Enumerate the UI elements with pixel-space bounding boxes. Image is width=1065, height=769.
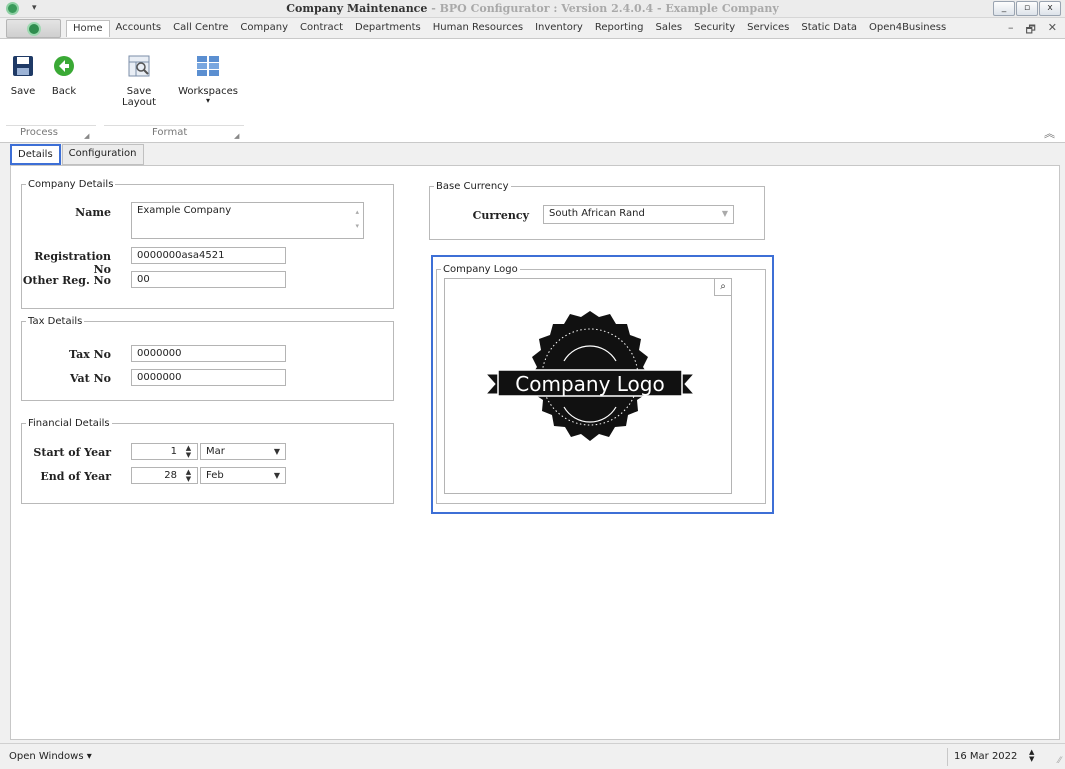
end-month-value: Feb [206, 470, 224, 481]
tab-departments[interactable]: Departments [349, 20, 427, 37]
back-button[interactable]: Back [49, 55, 79, 97]
minimize-button[interactable]: _ [993, 1, 1015, 16]
financial-details-group: Financial Details [21, 418, 394, 504]
workspaces-dropdown-icon: ▾ [205, 96, 210, 105]
maximize-button[interactable]: ▫ [1016, 1, 1038, 16]
group-separator [104, 125, 244, 126]
tab-inventory[interactable]: Inventory [529, 20, 589, 37]
company-logo-image: Company Logo [484, 311, 696, 441]
save-layout-icon [128, 55, 150, 77]
status-bar: Open Windows ▾ 16 Mar 2022 ▲ ▼ ⁄⁄ [0, 743, 1065, 769]
ribbon: Save Back Save Layout Workspaces ▾ Proce… [0, 39, 1065, 143]
tab-details[interactable]: Details [10, 144, 61, 165]
end-of-year-label: End of Year [40, 470, 111, 483]
end-day-value: 28 [164, 470, 177, 481]
company-details-legend: Company Details [28, 179, 114, 190]
tab-security[interactable]: Security [688, 20, 741, 37]
resize-grip-icon[interactable]: ⁄⁄ [1058, 756, 1061, 766]
chevron-down-icon: ▼ [721, 209, 728, 218]
workspaces-icon [197, 56, 219, 76]
tab-call-centre[interactable]: Call Centre [167, 20, 234, 37]
window-title-subtitle: - BPO Configurator : Version 2.4.0.4 - E… [427, 2, 779, 15]
details-panel: Company Details Name Example Company ▴ ▾ … [10, 165, 1060, 740]
mdi-restore-button[interactable]: 🗗 [1025, 21, 1035, 40]
vat-no-field[interactable]: 0000000 [131, 369, 286, 386]
ribbon-tab-bar: Home Accounts Call Centre Company Contra… [0, 18, 1065, 39]
base-currency-legend: Base Currency [436, 181, 509, 192]
chevron-down-icon: ▼ [273, 471, 280, 480]
status-date-value: 16 Mar 2022 [954, 751, 1018, 762]
name-value: Example Company [137, 205, 232, 216]
back-label: Back [51, 86, 77, 97]
search-icon[interactable]: ⌕ [714, 278, 732, 296]
application-menu-button[interactable] [6, 19, 61, 38]
tab-human-resources[interactable]: Human Resources [427, 20, 529, 37]
end-day-spin-icon[interactable]: ▲ ▼ [183, 469, 194, 483]
back-arrow-icon [54, 56, 74, 76]
save-label: Save [10, 86, 36, 97]
group-label-format: Format [152, 127, 188, 138]
end-month-select[interactable]: Feb ▼ [200, 467, 286, 484]
collapse-ribbon-icon[interactable]: ︽ [1044, 125, 1055, 141]
tab-services[interactable]: Services [741, 20, 795, 37]
company-details-group: Company Details [21, 179, 394, 309]
start-of-year-label: Start of Year [33, 446, 111, 459]
save-layout-label: Save Layout [122, 86, 156, 108]
currency-label: Currency [472, 209, 529, 222]
close-button[interactable]: x [1039, 1, 1061, 16]
tab-open4business[interactable]: Open4Business [863, 20, 952, 37]
start-month-select[interactable]: Mar ▼ [200, 443, 286, 460]
tab-home[interactable]: Home [66, 20, 110, 37]
company-logo-legend: Company Logo [443, 264, 518, 275]
title-bar: ▾ Company Maintenance - BPO Configurator… [0, 0, 1065, 18]
tab-accounts[interactable]: Accounts [110, 20, 168, 37]
start-month-value: Mar [206, 446, 225, 457]
tab-company[interactable]: Company [234, 20, 294, 37]
name-field[interactable]: Example Company ▴ ▾ [131, 202, 364, 239]
window-title-main: Company Maintenance [286, 2, 428, 15]
company-logo-text: Company Logo [515, 372, 664, 396]
date-spin-icon[interactable]: ▲ ▼ [1029, 749, 1034, 763]
start-day-value: 1 [170, 446, 177, 457]
vat-no-label: Vat No [70, 372, 111, 385]
save-button[interactable]: Save [8, 55, 38, 97]
save-layout-button[interactable]: Save Layout [110, 55, 168, 108]
open-windows-menu[interactable]: Open Windows ▾ [9, 751, 92, 762]
mdi-minimize-button[interactable]: – [1008, 21, 1014, 40]
currency-select[interactable]: South African Rand ▼ [543, 205, 734, 224]
financial-details-legend: Financial Details [28, 418, 110, 429]
group-separator [6, 125, 96, 126]
group-launcher-icon[interactable]: ◢ [234, 132, 239, 140]
scroll-arrows-icon[interactable]: ▴ ▾ [355, 205, 359, 233]
company-logo-image-box[interactable]: ⌕ Company Logo [444, 278, 732, 494]
window-title: Company Maintenance - BPO Configurator :… [0, 2, 1065, 15]
save-icon [13, 56, 33, 76]
other-reg-no-label: Other Reg. No [22, 274, 111, 287]
tax-no-field[interactable]: 0000000 [131, 345, 286, 362]
other-reg-no-field[interactable]: 00 [131, 271, 286, 288]
start-day-spin-icon[interactable]: ▲ ▼ [183, 445, 194, 459]
tab-static-data[interactable]: Static Data [795, 20, 863, 37]
mdi-close-button[interactable]: ✕ [1048, 21, 1057, 40]
registration-no-field[interactable]: 0000000asa4521 [131, 247, 286, 264]
app-gem-icon [27, 22, 41, 36]
chevron-down-icon: ▼ [273, 447, 280, 456]
tab-configuration[interactable]: Configuration [61, 144, 144, 165]
workspaces-button[interactable]: Workspaces ▾ [178, 55, 238, 105]
tab-sales[interactable]: Sales [649, 20, 688, 37]
name-label: Name [75, 206, 111, 219]
registration-no-label: Registration No [34, 250, 111, 276]
tab-contract[interactable]: Contract [294, 20, 349, 37]
tab-reporting[interactable]: Reporting [589, 20, 650, 37]
group-label-process: Process [20, 127, 58, 138]
group-launcher-icon[interactable]: ◢ [84, 132, 89, 140]
tax-no-label: Tax No [68, 348, 111, 361]
status-date-field[interactable]: 16 Mar 2022 [947, 748, 1037, 766]
tax-details-legend: Tax Details [28, 316, 83, 327]
currency-value: South African Rand [549, 208, 645, 219]
